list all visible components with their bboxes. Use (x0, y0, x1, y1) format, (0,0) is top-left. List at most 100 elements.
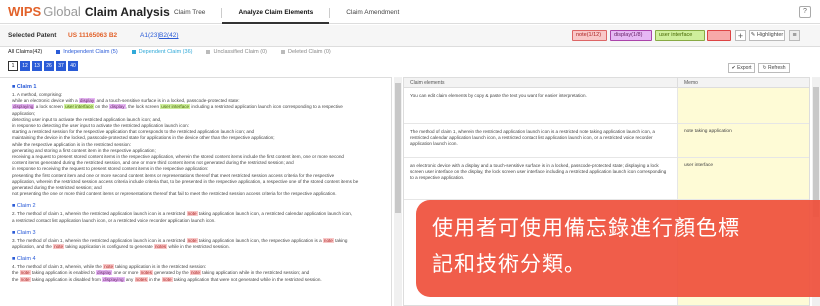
claim-filter-bar: All Claims(42) Independent Claim (5) Dep… (8, 46, 345, 58)
legend-square-icon (131, 50, 136, 54)
keyword-highlight: note (103, 264, 115, 270)
export-label: Export (737, 65, 752, 71)
keyword-highlight: displaying (102, 276, 125, 282)
claim-number-chip[interactable]: 1 (8, 61, 18, 71)
help-button[interactable]: ? (799, 6, 811, 18)
legend-square-icon (280, 50, 285, 54)
filter-label: Independent Claim (5) (63, 49, 118, 55)
claim-text-line: displaying a lock screen user interface … (12, 104, 343, 110)
tab-analyze-claim-elements[interactable]: Analyze Claim Elements (222, 0, 330, 24)
claim-heading[interactable]: ■ Claim 2 (12, 203, 379, 209)
table-row: The method of claim 1, wherein the restr… (404, 124, 809, 158)
claim-heading[interactable]: ■ Claim 1 (12, 84, 379, 90)
keyword-highlight: notes (134, 276, 148, 282)
claims-scrollbar[interactable] (394, 77, 402, 306)
keyword-highlight: note (161, 276, 173, 282)
export-button[interactable]: ✔ Export (728, 63, 755, 73)
table-row: an electronic device with a display and … (404, 158, 809, 200)
claim-element-cell[interactable]: an electronic device with a display and … (404, 158, 677, 199)
scrollbar-thumb[interactable] (813, 87, 819, 217)
claim-number-chip[interactable]: 37 (56, 61, 66, 71)
right-toolbar: ✔ Export ↻ Refresh (402, 60, 820, 76)
logo-suffix: Global (43, 4, 81, 19)
keyword-highlight: note (189, 270, 201, 276)
claim-number-chip[interactable]: 26 (44, 61, 54, 71)
keyword-highlight: displaying (12, 104, 35, 110)
claim-heading[interactable]: ■ Claim 4 (12, 256, 379, 262)
keyword-highlight: note (19, 276, 31, 282)
keyword-highlight: note (19, 270, 31, 276)
column-header-memo: Memo (677, 78, 809, 88)
keyword-highlight: user interface (160, 104, 191, 110)
claim-text-line: presenting the first content item and on… (12, 172, 335, 178)
memo-cell[interactable] (677, 88, 809, 123)
claim-text-line: the note taking application is disabled … (12, 276, 322, 282)
memo-cell[interactable]: user interface (677, 158, 809, 199)
refresh-button[interactable]: ↻ Refresh (758, 63, 790, 73)
filter-deleted-claim[interactable]: Deleted Claim (0) (280, 49, 331, 55)
refresh-label: Refresh (768, 65, 786, 71)
keyword-tag-display[interactable]: display(1/8) (610, 30, 652, 41)
app-logo: WIPS Global Claim Analysis (8, 4, 170, 19)
keyword-highlight: note (322, 237, 334, 243)
claims-text-panel[interactable]: ■ Claim 1 1. A method, comprising: while… (0, 77, 392, 306)
scrollbar-thumb[interactable] (395, 83, 401, 213)
filter-all-claims[interactable]: All Claims(42) (8, 49, 42, 55)
claim-heading[interactable]: ■ Claim 3 (12, 230, 379, 236)
claim-text-line: 2. The method of claim 1, wherein the re… (12, 211, 353, 217)
column-header-claim-elements: Claim elements (404, 78, 677, 88)
keyword-highlight: display (96, 270, 113, 276)
filter-unclassified-claim[interactable]: Unclassified Claim (0) (206, 49, 267, 55)
claim-number-list: 1 12 13 26 37 40 (8, 61, 80, 71)
top-bar: WIPS Global Claim Analysis Claim Tree Anal… (0, 0, 820, 24)
keyword-highlight: note (53, 244, 65, 250)
keyword-highlight: note (186, 237, 198, 243)
claim-heading-label: Claim 2 (16, 203, 36, 210)
claim-text-line: not presenting the one or more third con… (12, 191, 337, 197)
keyword-highlight: display (109, 104, 126, 110)
tab-claim-tree[interactable]: Claim Tree (158, 0, 221, 24)
legend-square-icon (206, 50, 211, 54)
keyword-highlight: user interface (64, 104, 94, 110)
claim-number-chip[interactable]: 12 (20, 61, 30, 71)
app-title: Claim Analysis (84, 5, 170, 19)
callout-line: 記和技術分類。 (432, 252, 586, 276)
keyword-highlight: notes (153, 244, 168, 250)
highlighter-button[interactable]: ✎ Highlighter (749, 30, 785, 41)
menu-button[interactable]: ≡ (789, 30, 800, 41)
claim-element-cell[interactable]: The method of claim 1, wherein the restr… (404, 124, 677, 157)
keyword-highlight: notes (139, 270, 153, 276)
filter-label: Unclassified Claim (0) (213, 49, 267, 55)
claim-heading-label: Claim 1 (16, 84, 37, 90)
highlighter-label: Highlighter (756, 32, 784, 38)
claim-3-block: ■ Claim 3 3. The method of claim 1, wher… (0, 224, 391, 250)
selected-patent-label: Selected Patent (8, 32, 57, 39)
keyword-highlight: note (186, 211, 198, 217)
feature-callout: 使用者可使用備忘錄進行顏色標 記和技術分類。 (416, 200, 820, 297)
filter-independent-claim[interactable]: Independent Claim (5) (56, 49, 118, 55)
memo-cell[interactable]: note taking application (677, 124, 809, 157)
claim-4-block: ■ Claim 4 4. The method of claim 3, wher… (0, 250, 391, 283)
callout-line: 使用者可使用備忘錄進行顏色標 (432, 216, 740, 240)
table-row: You can edit claim elements by copy & pa… (404, 88, 809, 124)
keyword-tag-note[interactable]: note(1/12) (572, 30, 607, 41)
patent-count-a1[interactable]: A1(23) (140, 32, 160, 39)
patent-bar: Selected Patent US 11165063 B2 A1(23) B2… (0, 25, 820, 47)
claim-1-block: ■ Claim 1 1. A method, comprising: while… (0, 78, 391, 197)
patent-count-b2[interactable]: B2(42) (159, 32, 179, 39)
keyword-tag-user-interface[interactable]: user interface (655, 30, 705, 41)
filter-dependent-claim[interactable]: Dependent Claim (36) (131, 49, 193, 55)
selected-patent-number: US 11165063 B2 (68, 32, 118, 39)
claim-heading-label: Claim 4 (16, 256, 36, 263)
tab-claim-amendment[interactable]: Claim Amendment (330, 0, 415, 24)
claim-element-cell[interactable]: You can edit claim elements by copy & pa… (404, 88, 677, 123)
add-keyword-button[interactable]: + (735, 30, 746, 41)
keyword-highlight: display (78, 98, 96, 104)
filter-label: Dependent Claim (36) (138, 49, 193, 55)
claim-number-chip[interactable]: 13 (32, 61, 42, 71)
claim-heading-label: Claim 3 (16, 229, 36, 236)
logo-brand: WIPS (8, 4, 42, 19)
legend-square-icon (56, 50, 61, 54)
claim-number-chip[interactable]: 40 (68, 61, 78, 71)
keyword-tag-input[interactable] (707, 30, 731, 41)
